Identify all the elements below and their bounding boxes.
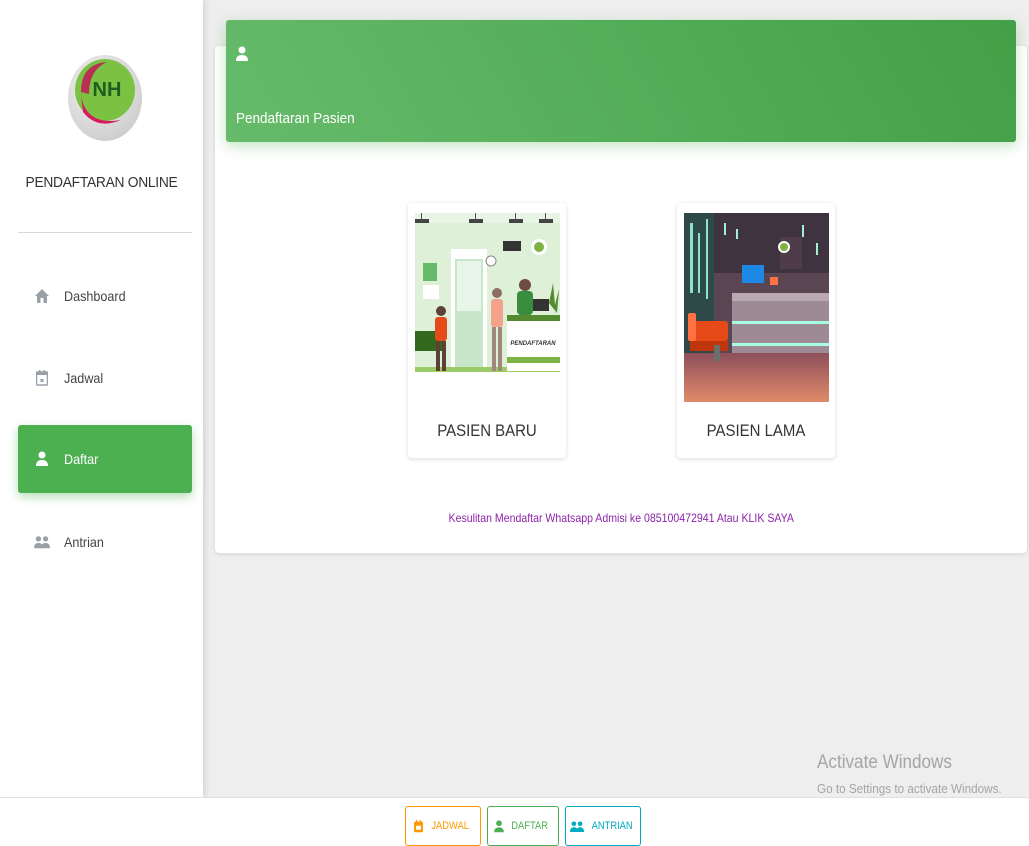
hospital-logo: NH [67, 34, 143, 144]
sidebar-item-label: Daftar [64, 451, 99, 467]
card-header: Pendaftaran Pasien [226, 20, 1016, 142]
bottom-jadwal-label: JADWAL [431, 820, 470, 832]
windows-activation-watermark: Activate Windows Go to Settings to activ… [817, 752, 1022, 796]
sidebar-item-label: Dashboard [64, 288, 126, 304]
help-link-text: Kesulitan Mendaftar Whatsapp Admisi ke 0… [448, 511, 794, 525]
sidebar-item-label: Jadwal [64, 370, 104, 386]
sidebar-item-jadwal[interactable]: Jadwal [18, 344, 192, 412]
lobby-illustration [684, 213, 829, 402]
watermark-subtitle: Go to Settings to activate Windows. [817, 781, 1002, 796]
people-icon [34, 533, 50, 551]
bottom-antrian-button[interactable]: ANTRIAN [565, 806, 641, 846]
bottom-daftar-label: DAFTAR [511, 820, 549, 832]
people-icon [569, 820, 584, 832]
new-patient-label: PASIEN BARU [437, 421, 537, 440]
calendar-icon [414, 819, 424, 832]
desk-sign-text: PENDAFTARAN [510, 341, 556, 347]
sidebar-item-antrian[interactable]: Antrian [18, 508, 192, 576]
sidebar-item-label: Antrian [64, 534, 104, 550]
page-title: Pendaftaran Pasien [236, 110, 355, 127]
logo-text: NH [93, 79, 122, 101]
watermark-title: Activate Windows [817, 752, 952, 773]
brand-title: PENDAFTARAN ONLINE [25, 174, 178, 191]
registration-desk-illustration: PENDAFTARAN [415, 213, 560, 402]
new-patient-option[interactable]: PENDAFTARAN PASIEN BARU [408, 203, 566, 458]
bottom-antrian-label: ANTRIAN [591, 820, 633, 832]
home-icon [34, 287, 50, 305]
bottom-daftar-button[interactable]: DAFTAR [487, 806, 559, 846]
person-icon [494, 819, 505, 832]
existing-patient-option[interactable]: PASIEN LAMA [677, 203, 835, 458]
bottom-jadwal-button[interactable]: JADWAL [405, 806, 481, 846]
calendar-icon [34, 369, 50, 387]
sidebar-divider [18, 232, 192, 233]
existing-patient-label: PASIEN LAMA [706, 421, 806, 440]
sidebar-item-daftar[interactable]: Daftar [18, 425, 192, 493]
person-icon [236, 46, 248, 67]
person-icon [34, 450, 50, 468]
sidebar: NH PENDAFTARAN ONLINE Dashboard Jadwal D… [0, 0, 203, 797]
help-link[interactable]: Kesulitan Mendaftar Whatsapp Admisi ke 0… [215, 511, 1027, 525]
sidebar-item-dashboard[interactable]: Dashboard [18, 262, 192, 330]
